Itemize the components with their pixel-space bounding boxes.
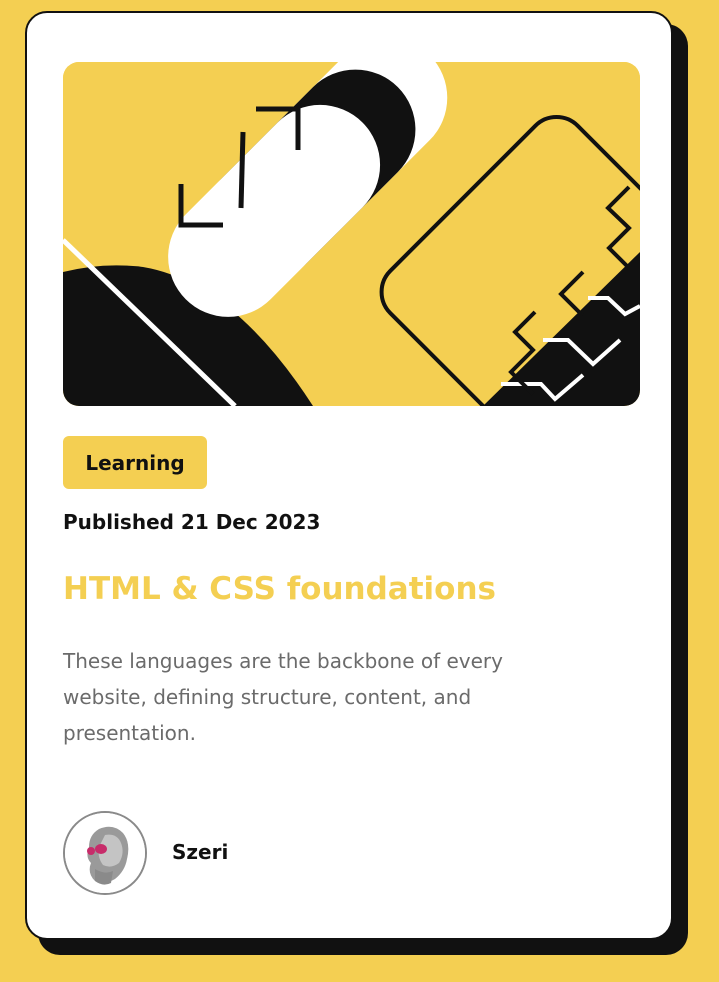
published-date: Published 21 Dec 2023: [63, 510, 321, 534]
avatar: [63, 811, 147, 895]
hero-illustration: [63, 62, 640, 406]
card-title[interactable]: HTML & CSS foundations: [63, 571, 496, 607]
card-description: These languages are the backbone of ever…: [63, 649, 503, 745]
blog-preview-card: Learning Published 21 Dec 2023 HTML & CS…: [25, 11, 673, 940]
avatar-image: [65, 813, 145, 893]
category-tag: Learning: [63, 436, 207, 489]
author-name: Szeri: [172, 840, 229, 864]
